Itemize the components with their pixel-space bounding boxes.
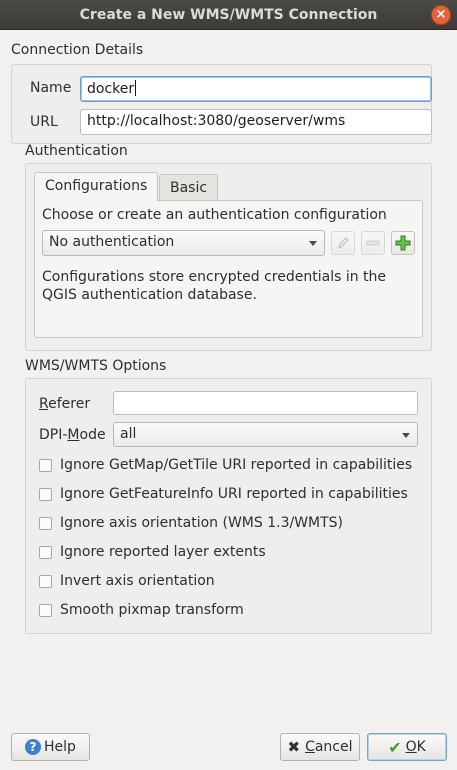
wms-options-group — [25, 378, 432, 634]
referer-label: Referer — [39, 396, 91, 412]
checkbox-ignore-getmap-uri[interactable]: Ignore GetMap/GetTile URI reported in ca… — [39, 455, 412, 475]
add-icon — [395, 235, 411, 251]
checkbox-box[interactable] — [39, 458, 52, 472]
choose-auth-text: Choose or create an authentication confi… — [42, 207, 387, 223]
checkbox-label: Smooth pixmap transform — [60, 602, 244, 618]
dpi-mode-value: all — [120, 426, 137, 442]
dpi-mode-label: DPI-Mode — [39, 427, 106, 443]
remove-icon — [366, 240, 380, 246]
name-field[interactable]: docker — [80, 76, 432, 102]
ok-button[interactable]: ✔ OK — [367, 733, 447, 761]
checkbox-invert-axis[interactable]: Invert axis orientation — [39, 571, 215, 591]
text-caret — [135, 80, 137, 96]
checkmark-icon: ✔ — [388, 737, 402, 757]
checkbox-ignore-axis-orientation[interactable]: Ignore axis orientation (WMS 1.3/WMTS) — [39, 513, 343, 533]
checkbox-smooth-pixmap[interactable]: Smooth pixmap transform — [39, 600, 244, 620]
url-value: http://localhost:3080/geoserver/wms — [87, 113, 346, 129]
tab-basic-label: Basic — [170, 180, 208, 196]
connection-details-title: Connection Details — [11, 42, 144, 58]
tab-configurations[interactable]: Configurations — [34, 172, 159, 201]
add-auth-button[interactable] — [391, 231, 415, 255]
close-icon: × — [435, 7, 447, 22]
checkbox-label: Ignore GetMap/GetTile URI reported in ca… — [60, 457, 413, 473]
checkbox-label: Invert axis orientation — [60, 573, 215, 589]
tab-configurations-label: Configurations — [45, 178, 148, 194]
name-label: Name — [30, 80, 72, 96]
checkbox-box[interactable] — [39, 516, 52, 530]
edit-icon — [338, 237, 349, 250]
remove-auth-button[interactable] — [361, 231, 385, 255]
checkbox-box[interactable] — [39, 545, 52, 559]
close-button[interactable]: × — [431, 5, 451, 25]
tab-basic[interactable]: Basic — [159, 174, 219, 200]
authentication-title: Authentication — [25, 143, 128, 159]
chevron-down-icon — [309, 241, 317, 246]
help-icon: ? — [25, 739, 42, 755]
url-field[interactable]: http://localhost:3080/geoserver/wms — [80, 109, 432, 135]
checkbox-ignore-getfeatureinfo-uri[interactable]: Ignore GetFeatureInfo URI reported in ca… — [39, 484, 408, 504]
checkbox-label: Ignore reported layer extents — [60, 544, 266, 560]
referer-input[interactable] — [113, 391, 418, 415]
auth-info-text: Configurations store encrypted credentia… — [42, 269, 387, 303]
checkbox-label: Ignore axis orientation (WMS 1.3/WMTS) — [60, 515, 344, 531]
url-label: URL — [30, 114, 58, 130]
edit-auth-button[interactable] — [331, 231, 355, 255]
checkbox-box[interactable] — [39, 487, 52, 501]
window-title: Create a New WMS/WMTS Connection — [79, 6, 378, 23]
cancel-button[interactable]: ✖ Cancel — [280, 733, 360, 761]
checkbox-ignore-layer-extents[interactable]: Ignore reported layer extents — [39, 542, 266, 562]
checkbox-box[interactable] — [39, 574, 52, 588]
name-value: docker — [87, 81, 135, 97]
help-label: Help — [44, 739, 76, 755]
window-titlebar: Create a New WMS/WMTS Connection × — [0, 0, 457, 30]
checkbox-label: Ignore GetFeatureInfo URI reported in ca… — [60, 486, 408, 502]
help-button[interactable]: ? Help — [11, 733, 90, 761]
cancel-icon: ✖ — [287, 738, 301, 756]
cancel-label: Cancel — [305, 739, 353, 755]
chevron-down-icon — [402, 433, 410, 438]
wms-options-title: WMS/WMTS Options — [25, 358, 167, 374]
auth-config-select[interactable]: No authentication — [42, 230, 325, 256]
checkbox-box[interactable] — [39, 603, 52, 617]
dpi-mode-select[interactable]: all — [113, 422, 418, 447]
auth-config-value: No authentication — [49, 234, 175, 250]
ok-label: OK — [405, 739, 426, 755]
